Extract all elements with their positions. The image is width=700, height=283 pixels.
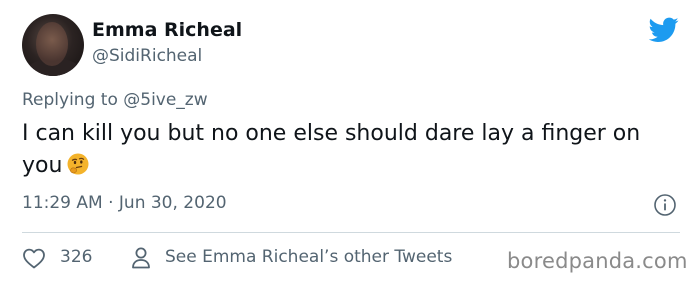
replying-to-label: Replying to	[22, 90, 118, 110]
watermark: boredpanda.com	[507, 249, 688, 273]
like-count[interactable]: 326	[60, 247, 92, 267]
replying-to: Replying to @5ive_zw	[22, 90, 208, 110]
author-handle[interactable]: @SidiRicheal	[92, 46, 202, 66]
tweet-card: Emma Richeal @SidiRicheal Replying to @5…	[0, 0, 700, 283]
heart-icon[interactable]	[22, 247, 46, 269]
thinking-face-emoji-icon	[67, 153, 89, 175]
avatar-face	[36, 22, 68, 66]
author-name[interactable]: Emma Richeal	[92, 19, 242, 41]
info-icon[interactable]	[653, 193, 677, 217]
twitter-bird-icon[interactable]	[649, 17, 679, 43]
tweet-body: I can kill you but no one else should da…	[22, 118, 682, 182]
avatar[interactable]	[22, 14, 84, 76]
see-other-tweets-link[interactable]: See Emma Richeal’s other Tweets	[165, 247, 452, 267]
tweet-timestamp[interactable]: 11:29 AM · Jun 30, 2020	[22, 193, 227, 213]
tweet-text: I can kill you but no one else should da…	[22, 121, 641, 178]
reply-mention-link[interactable]: @5ive_zw	[123, 90, 207, 110]
person-icon[interactable]	[131, 246, 151, 270]
divider	[22, 232, 680, 233]
